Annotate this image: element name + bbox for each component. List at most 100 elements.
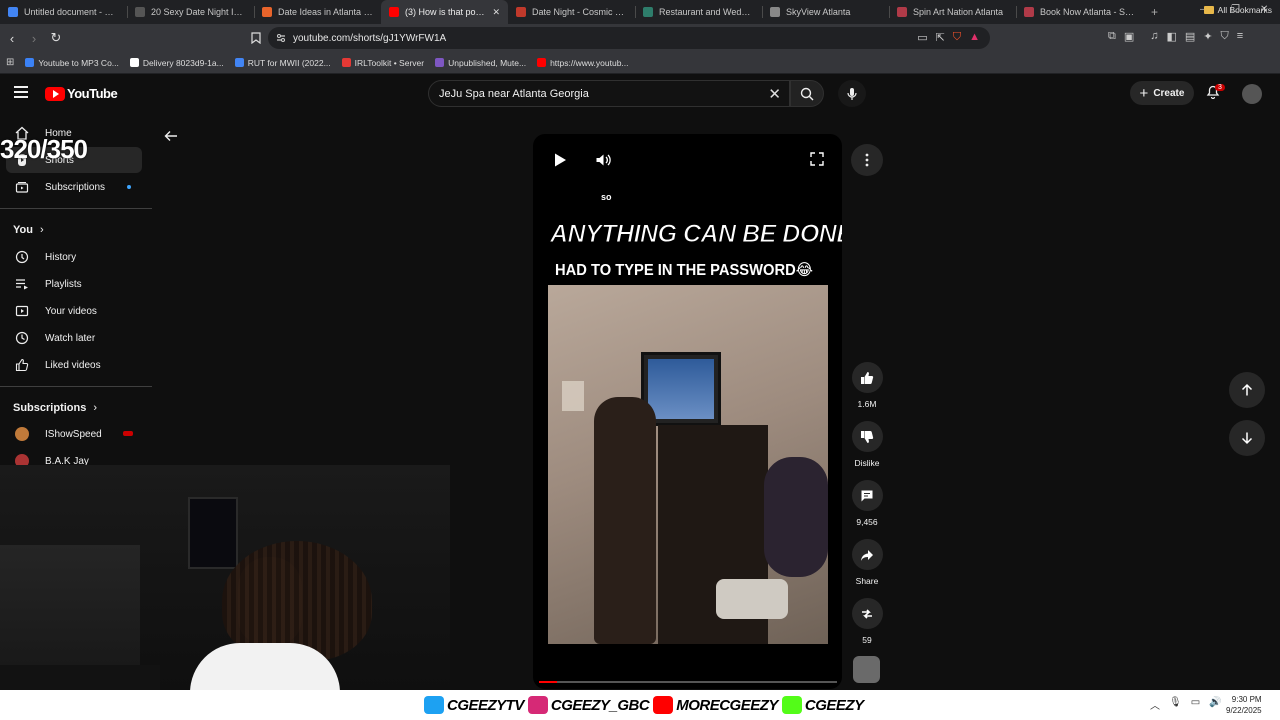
chevron-up-icon[interactable]: ︿ [1150, 697, 1160, 712]
tab-favicon-icon [135, 7, 145, 17]
volume-icon[interactable] [595, 152, 611, 168]
shorts-player[interactable]: so ANYTHING CAN BE DONE HAD TO TYPE IN T… [533, 134, 842, 689]
vpn-icon[interactable]: ⛉ [1221, 30, 1229, 43]
menu-icon[interactable]: ≡ [1237, 30, 1243, 43]
social-handle: CGEEZY [781, 696, 864, 714]
site-info-icon[interactable] [276, 33, 286, 43]
network-icon[interactable]: ▭ [1191, 697, 1200, 712]
account-avatar[interactable] [1242, 84, 1262, 104]
sidebar-subscriptions-header[interactable]: Subscriptions › [13, 402, 97, 414]
sidebar-item-label: Watch later [45, 332, 96, 344]
kick-icon [781, 696, 802, 714]
system-clock[interactable]: 9:30 PM 9/22/2025 [1226, 694, 1262, 716]
channel-avatar [15, 427, 29, 441]
remix-button[interactable]: 59 [846, 598, 888, 645]
sidebar-item-playlists[interactable]: Playlists [6, 271, 142, 297]
search-button[interactable] [790, 80, 824, 107]
browser-tab[interactable]: Untitled document - Google Docs [0, 0, 127, 24]
music-icon[interactable]: ♫ [1150, 30, 1158, 43]
browser-toolbar: ‹ › ↻ youtube.com/shorts/gJ1YWrFW1A ▭ ⇱ … [0, 24, 1280, 52]
all-bookmarks-label: All Bookmarks [1217, 5, 1272, 15]
apps-grid-icon[interactable]: ⊞ [6, 57, 14, 68]
next-short-button[interactable] [1229, 420, 1265, 456]
browser-tab[interactable]: SkyView Atlanta [762, 0, 889, 24]
sidebar-sub-ishowspeed[interactable]: IShowSpeed [6, 421, 142, 447]
wallet-icon[interactable]: ▤ [1185, 30, 1195, 43]
voice-search-button[interactable] [838, 80, 866, 107]
sound-thumbnail[interactable] [853, 656, 880, 683]
comments-button[interactable]: 9,456 [846, 480, 888, 527]
sidebar-item-watch-later[interactable]: Watch later [6, 325, 142, 351]
all-bookmarks[interactable]: All Bookmarks [1203, 5, 1272, 15]
search-input[interactable] [439, 87, 759, 100]
like-button[interactable]: 1.6M [846, 362, 888, 409]
reload-icon[interactable]: ↻ [46, 28, 66, 48]
close-tab-icon[interactable]: ✕ [492, 7, 500, 18]
clear-search-icon[interactable]: ✕ [768, 85, 781, 103]
back-icon[interactable]: ‹ [2, 28, 22, 48]
address-bar[interactable]: youtube.com/shorts/gJ1YWrFW1A ▭ ⇱ ⛉ ▲ [268, 27, 990, 49]
tab-title: Spin Art Nation Atlanta [913, 7, 1004, 17]
social-handle-text: CGEEZYTV [447, 696, 524, 714]
guide-menu-icon[interactable] [14, 86, 28, 98]
tab-title: 20 Sexy Date Night Ideas for Couples [151, 7, 246, 17]
sidebar: Home Shorts Subscriptions You › History … [0, 114, 152, 474]
sidebar-item-subscriptions[interactable]: Subscriptions [6, 174, 142, 200]
play-icon[interactable] [553, 152, 567, 168]
extensions-icon[interactable]: ⧉ [1108, 30, 1116, 43]
previous-short-button[interactable] [1229, 372, 1265, 408]
youtube-logo[interactable]: YouTube [45, 86, 118, 101]
brave-shield-icon[interactable]: ⛉ [953, 31, 961, 44]
more-options-button[interactable] [851, 144, 883, 176]
browser-tab[interactable]: 20 Sexy Date Night Ideas for Couples [127, 0, 254, 24]
sidebar-item-history[interactable]: History [6, 244, 142, 270]
share-button[interactable]: Share [846, 539, 888, 586]
bookmark-star-icon[interactable] [246, 28, 266, 48]
your-videos-icon [15, 305, 29, 317]
microphone-tray-icon[interactable]: 🎙 [1169, 697, 1182, 712]
sidebar-item-liked-videos[interactable]: Liked videos [6, 352, 142, 378]
bookmark-favicon-icon [341, 58, 351, 67]
browser-tab[interactable]: Date Ideas in Atlanta | 33 Fun Things [254, 0, 381, 24]
bookmark-item[interactable]: https://www.youtub... [537, 58, 629, 68]
brave-rewards-icon[interactable]: ▲ [969, 31, 980, 44]
fullscreen-icon[interactable] [810, 152, 824, 166]
browser-tab[interactable]: Book Now Atlanta - Spin Art [1016, 0, 1143, 24]
sidebar-item-your-videos[interactable]: Your videos [6, 298, 142, 324]
browser-tab[interactable]: Date Night - Cosmic Love [508, 0, 635, 24]
search-icon [800, 87, 814, 100]
create-button[interactable]: + Create [1130, 81, 1194, 105]
bookmark-item[interactable]: Youtube to MP3 Co... [25, 58, 119, 68]
stream-counter-overlay: 320/350 [0, 134, 88, 164]
social-handle-text: CGEEZY [804, 696, 864, 714]
forward-icon[interactable]: › [24, 28, 44, 48]
bookmark-item[interactable]: Delivery 8023d9-1a... [129, 58, 224, 68]
bookmark-item[interactable]: RUT for MWII (2022... [234, 58, 331, 68]
bookmark-favicon-icon [537, 58, 547, 67]
share-page-icon[interactable]: ⇱ [936, 31, 945, 44]
tab-favicon-icon [516, 7, 526, 17]
bookmark-item[interactable]: Unpublished, Mute... [435, 58, 526, 68]
new-tab-icon[interactable]: + [1143, 5, 1166, 19]
browser-tab[interactable]: Spin Art Nation Atlanta [889, 0, 1016, 24]
comment-count: 9,456 [856, 517, 878, 527]
video-progress-bar[interactable] [539, 681, 837, 683]
history-icon [15, 250, 29, 264]
instagram-icon [527, 696, 548, 714]
bookmark-item[interactable]: IRLToolkit • Server [341, 58, 424, 68]
sidebar-toggle-icon[interactable]: ◧ [1167, 30, 1177, 43]
cast-icon[interactable]: ▭ [917, 31, 927, 44]
thumbs-down-icon [861, 430, 874, 443]
dislike-button[interactable]: Dislike [846, 421, 888, 468]
media-icon[interactable]: ▣ [1124, 30, 1134, 43]
browser-tab[interactable]: (3) How is that possible ✕ [381, 0, 508, 24]
speaker-icon[interactable]: 🔊 [1209, 697, 1221, 712]
ai-icon[interactable]: ✦ [1203, 30, 1212, 43]
sidebar-you-header[interactable]: You › [13, 224, 44, 236]
chevron-right-icon: › [93, 402, 98, 414]
video-frame[interactable] [548, 285, 828, 644]
url-text[interactable]: youtube.com/shorts/gJ1YWrFW1A [293, 33, 446, 44]
tab-title: Restaurant and Wedding Venue [659, 7, 754, 17]
browser-tab[interactable]: Restaurant and Wedding Venue [635, 0, 762, 24]
back-arrow-icon[interactable] [163, 128, 179, 144]
